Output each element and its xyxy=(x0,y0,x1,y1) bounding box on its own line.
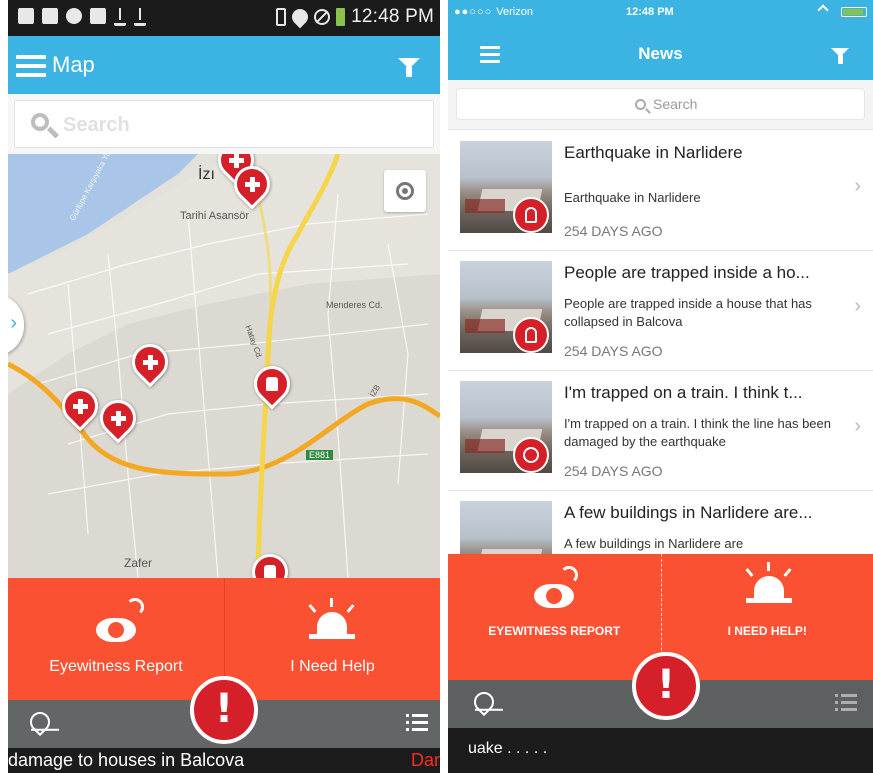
filter-icon[interactable] xyxy=(398,58,420,77)
filter-icon[interactable] xyxy=(831,48,849,64)
list-item[interactable]: People are trapped inside a ho... People… xyxy=(448,251,873,371)
list-item[interactable]: I'm trapped on a train. I think t... I'm… xyxy=(448,371,873,491)
news-age: 254 DAYS AGO xyxy=(564,223,663,239)
chevron-right-icon: › xyxy=(854,175,861,197)
trapped-icon xyxy=(513,317,549,353)
i-need-help-label: I Need Help xyxy=(290,658,375,675)
battery-icon xyxy=(841,7,867,17)
back-icon xyxy=(18,8,34,24)
news-description: People are trapped inside a house that h… xyxy=(564,296,812,329)
news-age: 254 DAYS AGO xyxy=(564,463,663,479)
chevron-right-icon: › xyxy=(854,295,861,317)
news-title: People are trapped inside a ho... xyxy=(564,263,810,282)
location-arrow-icon xyxy=(817,4,829,16)
wifi-icon xyxy=(288,5,312,29)
eye-icon xyxy=(96,618,136,642)
search-bar xyxy=(8,94,440,154)
android-status-bar: 12:48 PM xyxy=(8,0,440,36)
status-time: 12:48 PM xyxy=(626,6,674,18)
ios-news-screen: ●●○○○ Verizon 12:48 PM News Earthquake i… xyxy=(448,0,873,773)
ticker-text: damage to houses in Balcova xyxy=(8,750,245,770)
chevron-right-icon: › xyxy=(854,415,861,437)
siren-icon xyxy=(745,576,792,603)
locate-me-button[interactable] xyxy=(384,170,426,212)
medical-cross-icon xyxy=(143,355,157,369)
search-icon xyxy=(635,99,646,110)
list-item[interactable]: Earthquake in Narlidere Earthquake in Na… xyxy=(448,131,873,251)
news-age: 254 DAYS AGO xyxy=(564,343,663,359)
globe-icon xyxy=(513,437,549,473)
eye-icon xyxy=(534,584,574,608)
mail-icon xyxy=(42,8,58,24)
news-description: Earthquake in Narlidere xyxy=(564,190,701,205)
signal-waves-icon xyxy=(560,566,578,584)
people-icon xyxy=(513,197,549,233)
map-view-icon[interactable] xyxy=(25,707,55,737)
image-icon xyxy=(90,8,106,24)
news-ticker: damage to houses in Balcova Dar xyxy=(8,748,440,773)
medical-cross-icon xyxy=(229,154,243,167)
exclamation-icon: ! xyxy=(656,662,676,708)
download-icon xyxy=(134,8,146,26)
map-view[interactable]: İzı Tarihi Asansör Menderes Cd. Gürlüpe … xyxy=(8,154,440,578)
app-header: ●●○○○ Verizon 12:48 PM News xyxy=(448,0,873,80)
medical-cross-icon xyxy=(111,411,125,425)
medical-cross-icon xyxy=(73,399,87,413)
search-bar xyxy=(448,80,873,130)
eyewitness-report-label: Eyewitness Report xyxy=(49,658,183,675)
alarm-button[interactable]: ! xyxy=(632,652,700,720)
search-icon xyxy=(31,113,49,131)
train-icon xyxy=(266,377,278,391)
map-label-menderes: Menderes Cd. xyxy=(326,300,383,310)
list-item[interactable]: A few buildings in Narlidere are... A fe… xyxy=(448,491,873,554)
news-ticker: uake . . . . . xyxy=(448,728,873,773)
i-need-help-label: I NEED HELP! xyxy=(727,624,807,638)
news-title: I'm trapped on a train. I think t... xyxy=(564,383,803,402)
news-title: Earthquake in Narlidere xyxy=(564,143,743,162)
status-time: 12:48 PM xyxy=(351,6,434,27)
menu-icon[interactable] xyxy=(16,55,46,77)
ticker-next-text: Dar xyxy=(410,750,440,770)
android-map-screen: 12:48 PM Map Search İzı Tarihi Asansör M… xyxy=(8,0,440,773)
eyewitness-report-button[interactable]: Eyewitness Report xyxy=(8,578,224,700)
news-thumbnail xyxy=(460,501,552,554)
map-label-e881: E881 xyxy=(306,450,334,460)
alarm-button[interactable]: ! xyxy=(190,676,258,744)
signal-waves-icon xyxy=(126,598,144,616)
train-icon xyxy=(264,565,276,578)
eyewitness-report-button[interactable]: EYEWITNESS REPORT xyxy=(448,554,661,680)
exclamation-icon: ! xyxy=(214,686,234,732)
eyewitness-report-label: EYEWITNESS REPORT xyxy=(488,624,621,638)
carrier-name: Verizon xyxy=(496,6,533,18)
news-list[interactable]: Earthquake in Narlidere Earthquake in Na… xyxy=(448,131,873,554)
map-label-zafer: Zafer xyxy=(124,556,153,570)
news-description: I'm trapped on a train. I think the line… xyxy=(564,416,831,449)
news-description: A few buildings in Narlidere are xyxy=(564,536,744,551)
map-label-izmir: İzı xyxy=(198,166,215,183)
ticker-text: uake . . . . . xyxy=(468,740,548,757)
page-title: News xyxy=(638,44,683,63)
battery-icon xyxy=(336,8,346,26)
medical-cross-icon xyxy=(245,177,259,191)
siren-icon xyxy=(309,612,355,639)
search-input[interactable] xyxy=(63,109,403,141)
page-title: Map xyxy=(52,52,95,77)
no-signal-icon xyxy=(314,9,331,25)
download-icon xyxy=(114,8,126,26)
list-view-icon[interactable] xyxy=(406,714,428,732)
search-input[interactable] xyxy=(653,94,773,114)
i-need-help-button[interactable]: I Need Help xyxy=(224,578,440,700)
app-bar: Map xyxy=(8,36,440,94)
news-title: A few buildings in Narlidere are... xyxy=(564,503,813,522)
map-label-tarihi-asansor: Tarihi Asansör xyxy=(180,210,250,222)
ios-status-carrier: ●●○○○ Verizon xyxy=(454,6,533,18)
location-icon xyxy=(66,8,82,24)
list-view-icon[interactable] xyxy=(835,694,857,712)
bluetooth-icon xyxy=(276,8,287,26)
map-view-icon[interactable] xyxy=(469,687,499,717)
